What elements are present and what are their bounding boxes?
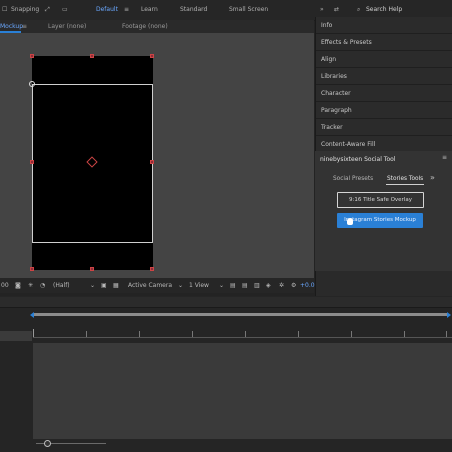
tab-layer[interactable]: Layer (none) xyxy=(48,23,86,30)
exposure-icon[interactable]: ⚙ xyxy=(291,282,296,289)
snapping-checkbox[interactable]: ☐ xyxy=(2,6,7,13)
panel-label: Effects & Presets xyxy=(321,39,372,46)
color-icon[interactable]: ✳ xyxy=(28,282,33,289)
timeline-header xyxy=(0,297,452,308)
camera-select[interactable]: Active Camera xyxy=(128,282,172,289)
chevron-down-icon[interactable]: ⌄ xyxy=(219,282,224,289)
snapshot-icon[interactable]: ◙ xyxy=(15,282,21,289)
tab-social-presets[interactable]: Social Presets xyxy=(333,176,373,182)
panel-menu-icon[interactable]: ≡ xyxy=(442,154,447,161)
panel-label: Info xyxy=(321,22,333,29)
panel-character[interactable]: Character xyxy=(316,85,452,102)
tab-stories-underline xyxy=(386,184,424,185)
title-safe-overlay-button[interactable]: 9:16 Title Safe Overlay xyxy=(337,192,424,208)
panel-align[interactable]: Align xyxy=(316,51,452,68)
tab-footage[interactable]: Footage (none) xyxy=(122,23,168,30)
workspace-standard[interactable]: Standard xyxy=(180,6,207,13)
toggle-icon[interactable]: ◈ xyxy=(266,282,271,289)
timeline-tracks[interactable] xyxy=(33,343,452,439)
cursor-icon xyxy=(347,218,353,225)
more-workspaces-icon[interactable]: » xyxy=(320,6,324,13)
panel-label: Libraries xyxy=(321,73,347,80)
social-tool-panel: ninebysixteen Social Tool ≡ Social Prese… xyxy=(315,151,452,271)
panel-info[interactable]: Info xyxy=(316,17,452,34)
gear-icon[interactable]: ✲ xyxy=(279,282,284,289)
view-select[interactable]: 1 View xyxy=(189,282,209,289)
panel-libraries[interactable]: Libraries xyxy=(316,68,452,85)
resolution-select[interactable]: (Half) xyxy=(53,282,70,289)
grid-icon[interactable]: ▦ xyxy=(113,282,119,289)
workspace-small-screen[interactable]: Small Screen xyxy=(229,6,268,13)
workspace-default[interactable]: Default xyxy=(96,6,118,13)
workspace-learn[interactable]: Learn xyxy=(141,6,158,13)
workspace-menu-icon[interactable]: ≡ xyxy=(124,6,129,13)
search-help-input[interactable]: Search Help xyxy=(366,6,402,13)
toggle-icon[interactable]: ▥ xyxy=(254,282,260,289)
sync-icon[interactable]: ⇄ xyxy=(334,6,339,13)
layer-handle[interactable] xyxy=(30,160,34,164)
work-area-start-icon[interactable] xyxy=(30,312,34,318)
layer-handle[interactable] xyxy=(30,54,34,58)
panel-label: Character xyxy=(321,90,351,97)
work-area-end-icon[interactable] xyxy=(447,312,451,318)
zoom-handle-icon[interactable] xyxy=(44,440,51,447)
layer-outline-area xyxy=(0,331,32,341)
toolbar-icon[interactable]: ▭ xyxy=(62,6,68,13)
snap-icon[interactable]: ⤢ xyxy=(45,6,50,14)
layer-handle[interactable] xyxy=(150,160,154,164)
panel-paragraph[interactable]: Paragraph xyxy=(316,102,452,119)
more-tabs-icon[interactable]: » xyxy=(430,173,435,182)
exposure-value[interactable]: +0.0 xyxy=(300,282,315,289)
time-ruler[interactable] xyxy=(33,325,452,338)
panel-label: Content-Aware Fill xyxy=(321,141,376,148)
toggle-icon[interactable]: ▤ xyxy=(230,282,236,289)
chevron-down-icon[interactable]: ⌄ xyxy=(90,282,95,289)
layer-handle[interactable] xyxy=(150,54,154,58)
layer-handle[interactable] xyxy=(90,54,94,58)
safe-corner-icon xyxy=(29,81,35,87)
search-icon[interactable]: ⌕ xyxy=(357,6,360,14)
viewer-toolbar: 00 ◙ ✳ ◔ (Half) ⌄ ▣ ▦ Active Camera ⌄ 1 … xyxy=(0,278,315,293)
social-tool-title: ninebysixteen Social Tool xyxy=(320,156,396,163)
tab-composition[interactable]: Mockup xyxy=(0,23,23,30)
panel-label: Align xyxy=(321,56,337,63)
region-icon[interactable]: ▣ xyxy=(101,282,107,289)
viewer-tabs: Mockup ≡ Layer (none) Footage (none) xyxy=(0,20,314,34)
panel-label: Paragraph xyxy=(321,107,352,114)
work-area-bar[interactable] xyxy=(33,313,448,316)
chevron-down-icon[interactable]: ⌄ xyxy=(178,282,183,289)
snapping-label: Snapping xyxy=(11,6,40,13)
layer-handle[interactable] xyxy=(30,267,34,271)
toggle-icon[interactable]: ▤ xyxy=(242,282,248,289)
panel-tracker[interactable]: Tracker xyxy=(316,119,452,136)
timecode[interactable]: 00 xyxy=(1,282,9,289)
panel-label: Tracker xyxy=(321,124,343,131)
tab-stories-tools[interactable]: Stories Tools xyxy=(387,176,423,182)
layer-handle[interactable] xyxy=(90,267,94,271)
tab-close-icon[interactable]: ≡ xyxy=(22,23,27,30)
layer-handle[interactable] xyxy=(150,267,154,271)
mask-icon[interactable]: ◔ xyxy=(40,282,45,289)
panel-effects-presets[interactable]: Effects & Presets xyxy=(316,34,452,51)
